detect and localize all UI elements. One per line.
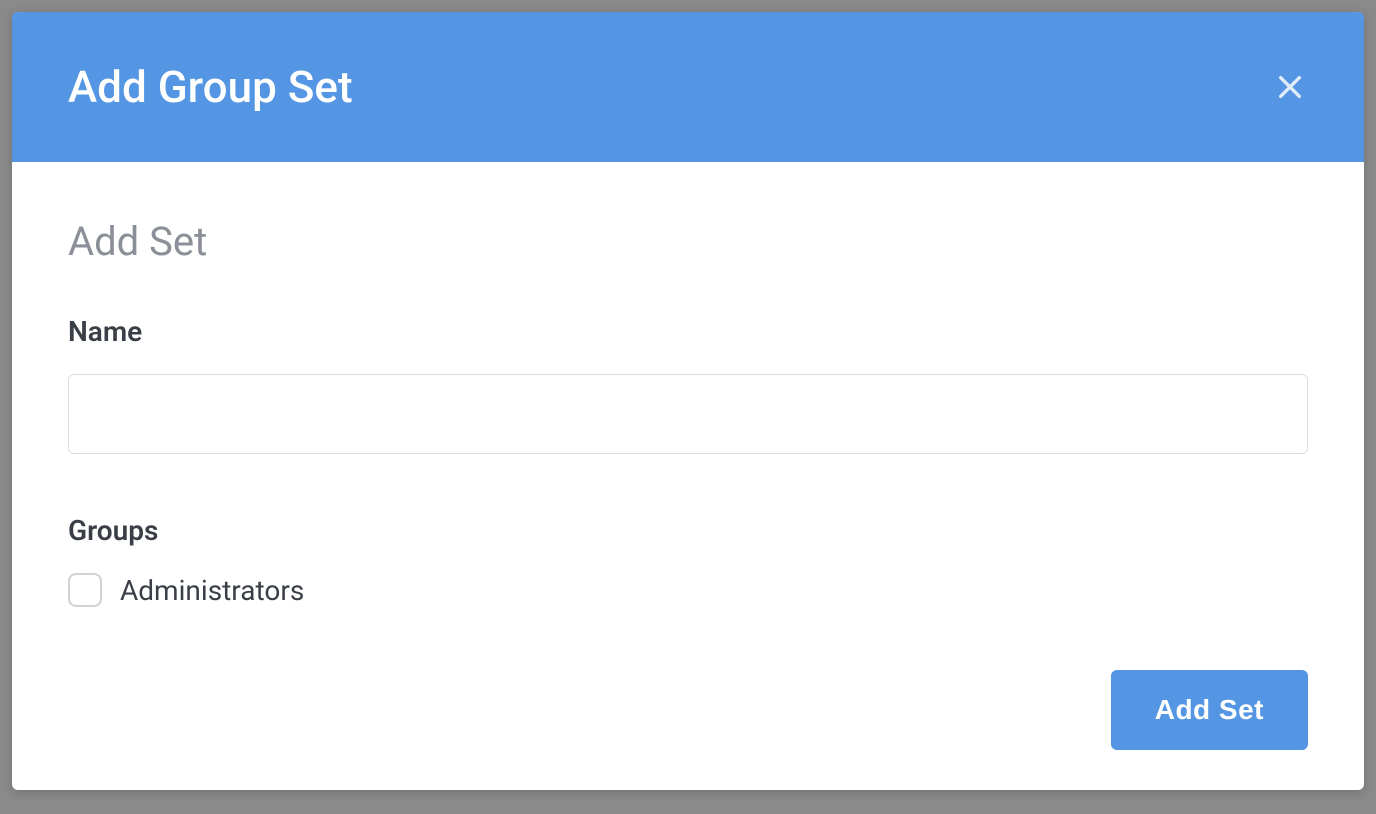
group-row: Administrators	[68, 573, 1308, 607]
name-label: Name	[68, 315, 1308, 348]
modal-footer: Add Set	[68, 670, 1308, 750]
add-set-button[interactable]: Add Set	[1111, 670, 1308, 750]
modal-title: Add Group Set	[68, 61, 353, 113]
name-field-block: Name	[68, 315, 1308, 454]
groups-label: Groups	[68, 514, 1308, 547]
modal-header: Add Group Set	[12, 12, 1364, 162]
group-checkbox-administrators[interactable]	[68, 573, 102, 607]
section-title: Add Set	[68, 218, 1308, 265]
groups-field-block: Groups Administrators	[68, 514, 1308, 607]
modal-body: Add Set Name Groups Administrators Add S…	[12, 162, 1364, 790]
add-group-set-modal: Add Group Set Add Set Name Groups Admini…	[12, 12, 1364, 790]
close-icon[interactable]	[1272, 69, 1308, 105]
name-input[interactable]	[68, 374, 1308, 454]
group-checkbox-label: Administrators	[120, 574, 304, 607]
